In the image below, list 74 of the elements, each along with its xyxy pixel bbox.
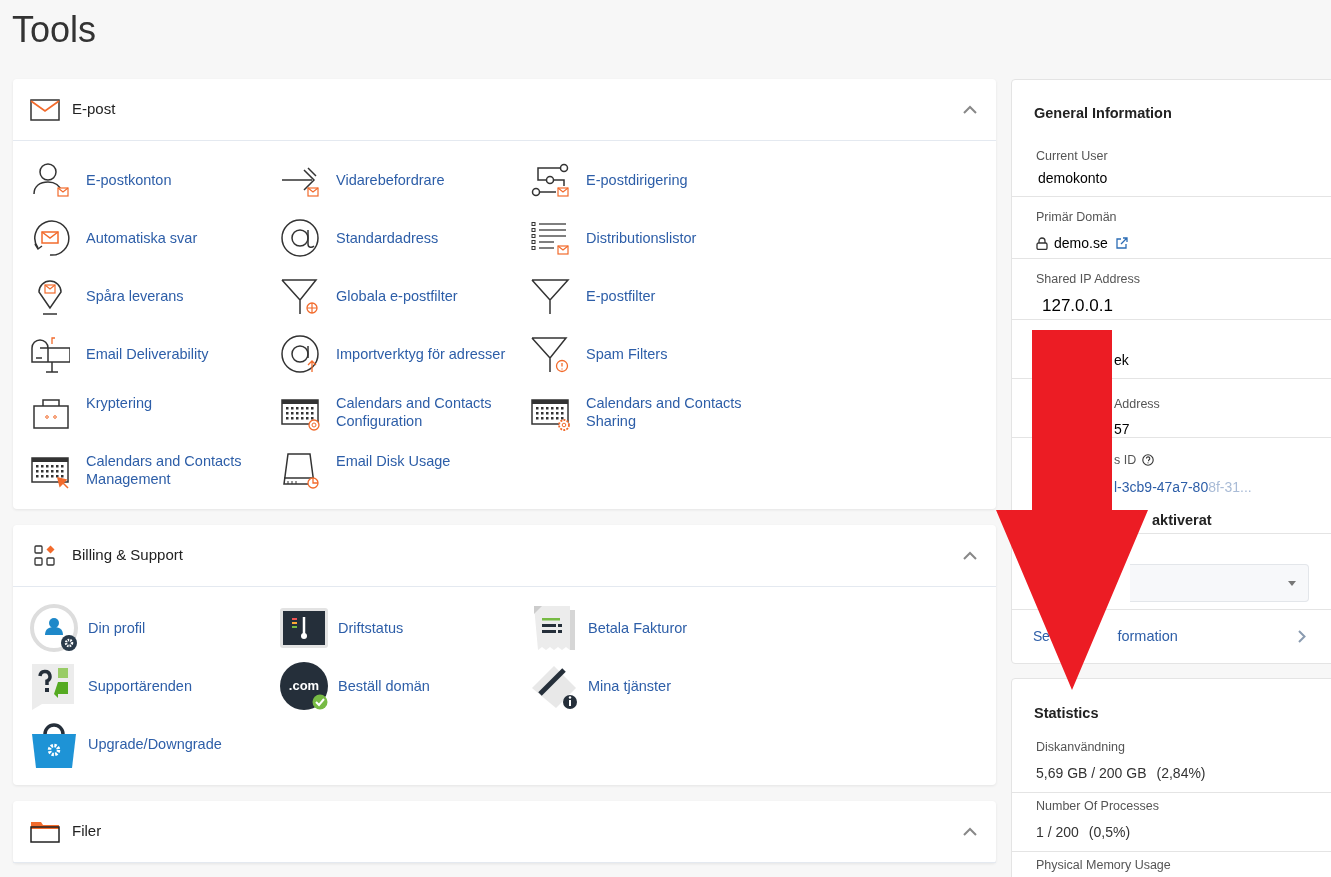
tool-link[interactable]: Beställ domän [338,668,430,704]
tool-link[interactable]: Automatiska svar [86,220,198,256]
stat-label: Number Of Processes [1036,798,1160,815]
domain-check-icon: .com [280,662,328,710]
collapse-chevron-icon[interactable] [963,827,977,836]
envelope-icon [30,98,60,121]
info-value: 127.0.0.1 [1042,294,1114,317]
at-sign-icon [280,218,320,258]
tool-link[interactable]: Spåra leverans [86,278,184,314]
profile-gear-icon [30,604,78,652]
tool-link[interactable]: Email Deliverability [86,336,209,372]
info-value: ek [1114,351,1130,370]
tool-link[interactable]: Upgrade/Downgrade [88,726,222,762]
domain-value: demo.se [1054,233,1108,253]
collapse-chevron-icon[interactable] [963,551,977,560]
stat-percent: (2,84%) [1156,763,1206,783]
disk-chart-icon [280,450,320,490]
tool-link[interactable]: Calendars and Contacts Sharing [586,394,772,430]
tool-link[interactable]: E-postkonton [86,162,172,198]
apps-grid-icon [34,544,56,567]
tool-link[interactable]: Calendars and Contacts Management [86,452,272,488]
mailbox-icon [30,334,70,374]
tool-link[interactable]: Globala e-postfilter [336,278,458,314]
stat-label: Physical Memory Usage [1036,857,1172,874]
stat-value: 5,69 GB / 200 GB [1036,763,1147,783]
dropdown-caret-icon [1288,580,1296,586]
tool-link[interactable]: Driftstatus [338,610,404,646]
filter-globe-icon [280,276,320,316]
external-link-icon[interactable] [1115,237,1128,250]
section-title: Billing & Support [72,545,183,566]
tool-link[interactable]: Supportärenden [88,668,192,704]
link-text[interactable]: formation [1117,625,1178,648]
tool-link[interactable]: Spam Filters [586,336,668,372]
tool-link[interactable]: Distributionslistor [586,220,697,256]
folder-icon [30,820,60,843]
lock-icon [1036,236,1048,250]
filter-icon [530,276,570,316]
tool-link[interactable]: Calendars and Contacts Configuration [336,394,522,430]
tool-link[interactable]: Din profil [88,610,146,646]
chevron-right-icon[interactable] [1298,630,1306,643]
link-text[interactable]: Se [1033,626,1050,647]
tool-link[interactable]: Email Disk Usage [336,452,451,488]
tool-link[interactable]: Betala Fakturor [588,610,688,646]
at-sign-upload-icon [280,334,320,374]
user-mail-icon [30,160,70,200]
tool-link[interactable]: Importverktyg för adresser [336,336,506,372]
page-title: Tools [12,8,97,52]
info-label: Shared IP Address [1036,271,1141,288]
info-value: 57 [1114,419,1131,439]
info-label: Primär Domän [1036,209,1118,226]
tool-link[interactable]: E-postdirigering [586,162,688,198]
tool-link[interactable]: Kryptering [86,394,153,430]
info-label: Address [1114,396,1161,413]
select-field[interactable] [1130,564,1309,602]
tool-link[interactable]: E-postfilter [586,278,656,314]
stat-percent: (0,5%) [1088,822,1131,842]
status-text: aktiverat [1152,510,1213,530]
stat-value: 1 / 200 [1036,822,1079,842]
info-label: Current User [1036,148,1109,165]
info-value: demokonto [1038,168,1109,188]
shopping-bag-gear-icon [30,720,78,768]
help-icon[interactable] [1142,454,1155,467]
info-label: s ID [1114,452,1137,469]
section-title: Filer [72,821,102,842]
stat-label: Diskanvändning [1036,739,1126,756]
card-title: General Information [1034,105,1172,121]
tool-link[interactable]: Vidarebefordrare [336,162,445,198]
collapse-chevron-icon[interactable] [963,105,977,114]
section-title: E-post [72,99,116,120]
card-title: Statistics [1034,705,1099,721]
tool-link[interactable]: Standardadress [336,220,439,256]
tool-link[interactable]: Mina tjänster [588,668,671,704]
filter-warning-icon [530,334,570,374]
id-link[interactable]: l-3cb9-47a7-808f-31... [1114,476,1252,498]
